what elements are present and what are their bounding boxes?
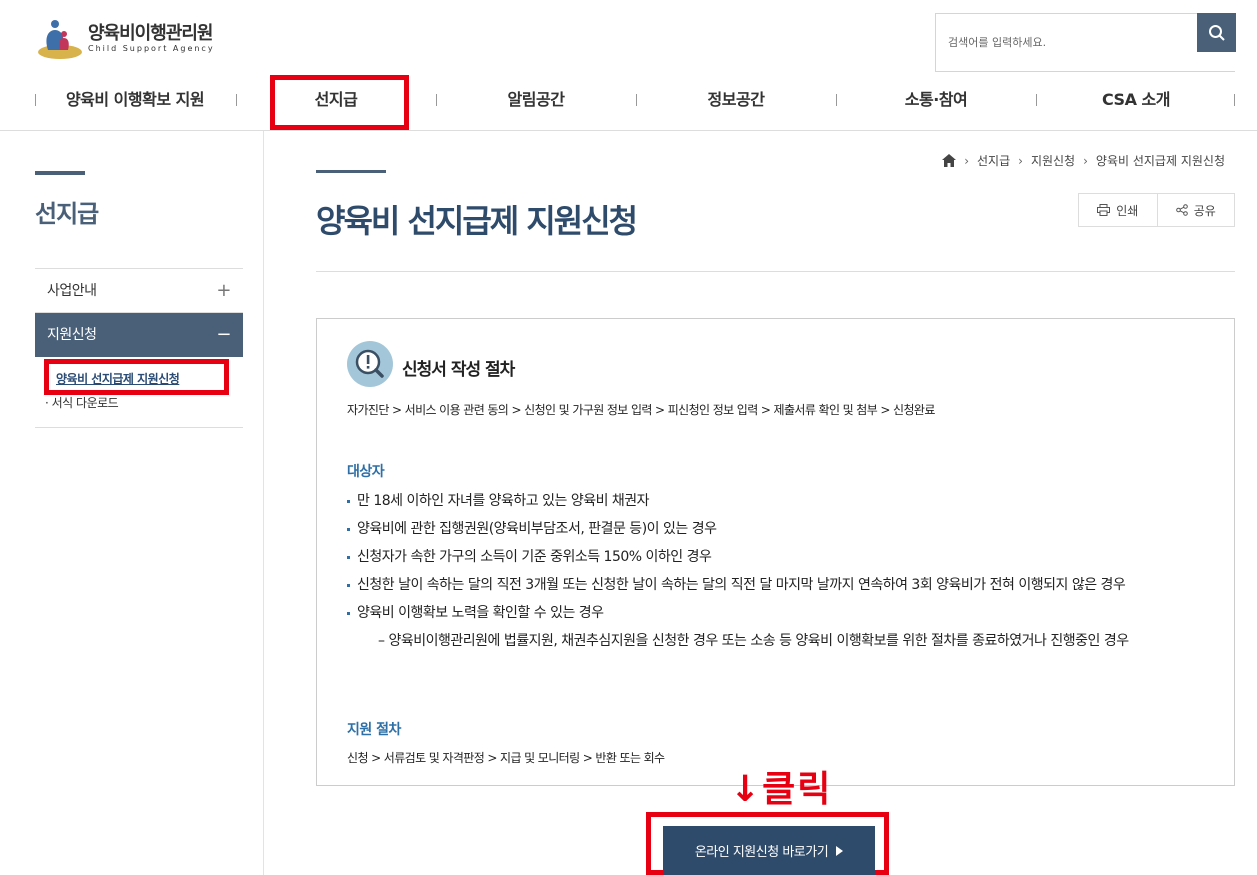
minus-icon: − [216,324,231,345]
global-nav: 양육비 이행확보 지원 선지급 알림공간 정보공간 소통·참여 CSA 소개 [0,80,1257,131]
sidebar-item-label: 사업안내 [47,283,97,299]
click-annotation: ↓클릭 [730,769,833,810]
sidebar-item-application[interactable]: 지원신청 − [35,313,243,357]
target-section-title: 대상자 [347,464,385,480]
highlight-box-submenu [44,359,229,395]
list-item: 신청자가 속한 가구의 소득이 기준 중위소득 150% 이하인 경우 [347,547,1207,567]
search-icon [1208,24,1225,41]
sidebar-title: 선지급 [35,200,99,228]
sidebar-accent-line [35,171,85,175]
print-label: 인쇄 [1116,203,1139,218]
list-item: 양육비에 관한 집행권원(양육비부담조서, 판결문 등)이 있는 경우 [347,519,1207,539]
utility-buttons: 인쇄 공유 [1078,193,1235,227]
plus-icon: + [216,280,231,301]
procedure-steps: 신청 > 서류검토 및 자격판정 > 지급 및 모니터링 > 반환 또는 회수 [347,751,665,765]
sidebar-menu: 사업안내 + 지원신청 − 양육비 선지급제 지원신청 · 서식 다운로드 [35,268,243,428]
title-accent-line [316,170,386,173]
print-button[interactable]: 인쇄 [1079,194,1157,226]
info-box: 신청서 작성 절차 자가진단 > 서비스 이용 관련 동의 > 신청인 및 가구… [316,318,1235,786]
application-steps: 자가진단 > 서비스 이용 관련 동의 > 신청인 및 가구원 정보 입력 > … [347,403,935,417]
logo-name-ko: 양육비이행관리원 [88,23,213,44]
breadcrumb-separator: › [964,153,969,168]
list-item: 만 18세 이하인 자녀를 양육하고 있는 양육비 채권자 [347,491,1207,511]
print-icon [1097,204,1111,216]
nav-item-info[interactable]: 정보공간 [636,80,836,120]
sidebar-item-label: 지원신청 [47,327,97,343]
list-item: 양육비 이행확보 노력을 확인할 수 있는 경우 [347,603,1207,623]
nav-item-about[interactable]: CSA 소개 [1036,80,1236,120]
exclamation-icon [347,341,393,387]
logo-name-en: Child Support Agency [88,44,215,53]
nav-item-notice[interactable]: 알림공간 [436,80,636,120]
breadcrumb: › 선지급 › 지원신청 › 양육비 선지급제 지원신청 [942,152,1225,169]
breadcrumb-separator: › [1083,153,1088,168]
apply-button-label: 온라인 지원신청 바로가기 [694,845,829,860]
nav-divider [1234,94,1235,106]
page-title: 양육비 선지급제 지원신청 [316,202,638,240]
nav-item-community[interactable]: 소통·참여 [836,80,1036,120]
content-divider [263,131,264,875]
list-item: 신청한 날이 속하는 달의 직전 3개월 또는 신청한 날이 속하는 달의 직전… [347,575,1207,595]
title-divider [316,271,1235,272]
search-input[interactable] [936,14,1197,71]
highlight-box-nav [270,75,409,130]
sub-list-item: – 양육비이행관리원에 법률지원, 채권추심지원을 신청한 경우 또는 소송 등… [378,633,1129,649]
breadcrumb-separator: › [1018,153,1023,168]
share-label: 공유 [1193,203,1216,218]
breadcrumb-item[interactable]: 지원신청 [1031,152,1075,169]
share-icon [1175,204,1188,216]
arrow-right-icon [836,845,844,856]
search-button[interactable] [1197,13,1236,52]
search-box [935,13,1236,72]
site-logo[interactable]: 양육비이행관리원 Child Support Agency [34,14,234,64]
breadcrumb-item-current[interactable]: 양육비 선지급제 지원신청 [1096,152,1225,169]
home-icon[interactable] [942,154,957,167]
share-button[interactable]: 공유 [1156,194,1235,226]
sidebar-item-business-info[interactable]: 사업안내 + [35,269,243,313]
target-list: 만 18세 이하인 자녀를 양육하고 있는 양육비 채권자 양육비에 관한 집행… [347,491,1207,651]
nav-item-child-support[interactable]: 양육비 이행확보 지원 [35,80,235,120]
procedure-section-title: 지원 절차 [347,722,401,738]
logo-icon [34,16,84,62]
breadcrumb-item[interactable]: 선지급 [977,152,1010,169]
online-apply-button[interactable]: 온라인 지원신청 바로가기 [663,826,875,875]
box-heading: 신청서 작성 절차 [402,360,515,380]
